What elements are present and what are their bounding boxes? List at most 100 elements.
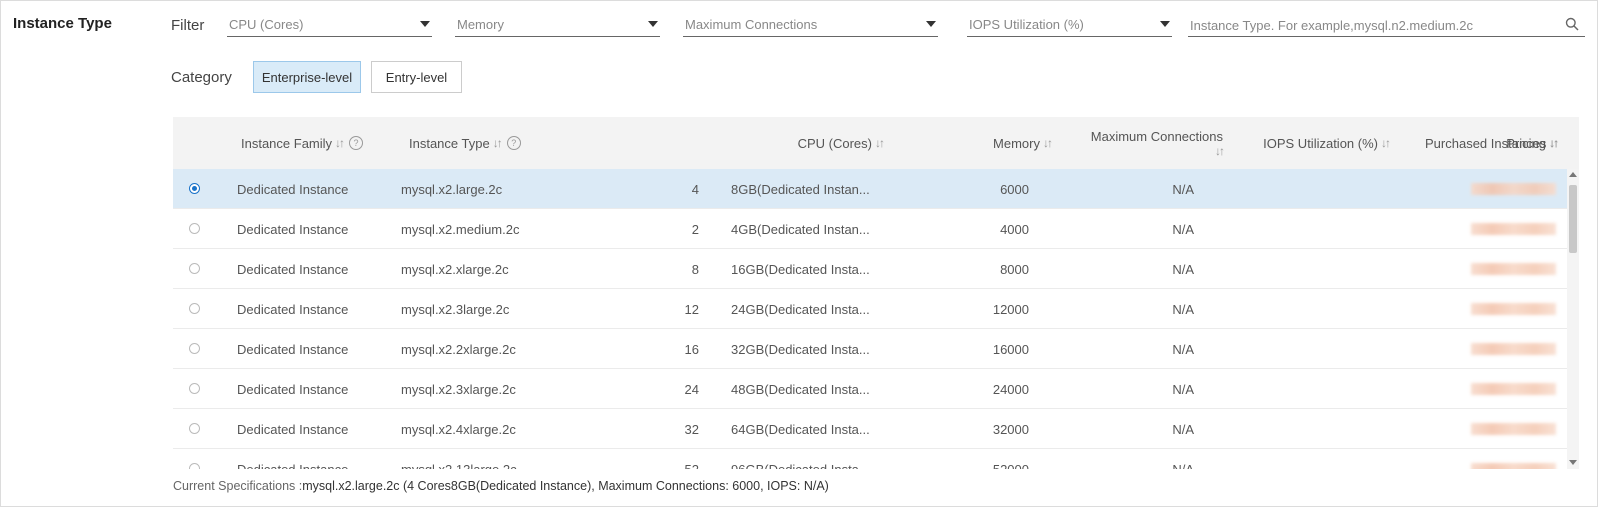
current-spec-value: mysql.x2.large.2c (4 Cores8GB(Dedicated … bbox=[302, 479, 829, 493]
cell-type: mysql.x2.xlarge.2c bbox=[401, 261, 509, 277]
cell-cpu: 8 bbox=[691, 261, 699, 277]
table-row[interactable]: Dedicated Instance mysql.x2.medium.2c 2 4GB… bbox=[173, 209, 1567, 249]
pricing-redacted bbox=[1471, 423, 1556, 435]
table-row[interactable]: Dedicated Instance mysql.x2.13large.2c 52 9… bbox=[173, 449, 1567, 469]
col-memory[interactable]: Memory ↓↑ bbox=[893, 117, 1053, 169]
cell-iops: N/A bbox=[1172, 261, 1194, 277]
table-scrollbar[interactable] bbox=[1567, 169, 1579, 469]
search-input[interactable] bbox=[1190, 15, 1550, 35]
cell-family: Dedicated Instance bbox=[237, 381, 349, 397]
table-header: Instance Family ↓↑ ? Instance Type ↓↑ ? … bbox=[173, 117, 1579, 169]
table-row[interactable]: Dedicated Instance mysql.x2.2xlarge.2c 16 3… bbox=[173, 329, 1567, 369]
cell-family: Dedicated Instance bbox=[237, 221, 349, 237]
row-radio[interactable] bbox=[189, 223, 200, 234]
iops-select-placeholder: IOPS Utilization (%) bbox=[969, 17, 1084, 32]
pricing-redacted bbox=[1471, 183, 1556, 195]
col-pricing[interactable]: Pricing ↓↑ bbox=[1473, 117, 1559, 169]
col-max-connections[interactable]: Maximum Connections ↓↑ bbox=[1059, 117, 1225, 169]
cell-type: mysql.x2.medium.2c bbox=[401, 221, 520, 237]
category-enterprise-button[interactable]: Enterprise-level bbox=[253, 61, 361, 93]
cell-memory: 8GB(Dedicated Instan... bbox=[731, 181, 870, 197]
caret-down-icon bbox=[1160, 21, 1170, 27]
row-radio[interactable] bbox=[189, 463, 200, 469]
cell-family: Dedicated Instance bbox=[237, 181, 349, 197]
col-instance-type[interactable]: Instance Type ↓↑ ? bbox=[409, 117, 521, 169]
cell-type: mysql.x2.3large.2c bbox=[401, 301, 510, 317]
cell-cpu: 2 bbox=[691, 221, 699, 237]
row-radio[interactable] bbox=[189, 263, 200, 274]
pricing-redacted bbox=[1471, 343, 1556, 355]
memory-select-placeholder: Memory bbox=[457, 17, 504, 32]
cell-connections: 8000 bbox=[1000, 261, 1029, 277]
cell-type: mysql.x2.2xlarge.2c bbox=[401, 341, 516, 357]
row-radio[interactable] bbox=[189, 423, 200, 434]
row-radio[interactable] bbox=[189, 343, 200, 354]
table-row[interactable]: Dedicated Instance mysql.x2.4xlarge.2c 32 6… bbox=[173, 409, 1567, 449]
row-radio[interactable] bbox=[189, 383, 200, 394]
sort-icon[interactable]: ↓↑ bbox=[1215, 144, 1225, 158]
col-instance-family[interactable]: Instance Family ↓↑ ? bbox=[241, 117, 364, 169]
cell-memory: 48GB(Dedicated Insta... bbox=[731, 381, 870, 397]
cell-iops: N/A bbox=[1172, 381, 1194, 397]
cell-memory: 64GB(Dedicated Insta... bbox=[731, 421, 870, 437]
category-entry-button[interactable]: Entry-level bbox=[371, 61, 462, 93]
cell-family: Dedicated Instance bbox=[237, 421, 349, 437]
row-radio[interactable] bbox=[189, 303, 200, 314]
cell-cpu: 4 bbox=[691, 181, 699, 197]
cell-cpu: 52 bbox=[684, 461, 699, 470]
table-row[interactable]: Dedicated Instance mysql.x2.large.2c 4 8GB(… bbox=[173, 169, 1567, 209]
cell-memory: 16GB(Dedicated Insta... bbox=[731, 261, 870, 277]
sort-icon[interactable]: ↓↑ bbox=[1549, 136, 1559, 150]
section-title: Instance Type bbox=[13, 15, 112, 32]
pricing-redacted bbox=[1471, 303, 1556, 315]
search-icon[interactable] bbox=[1565, 17, 1579, 31]
cell-cpu: 24 bbox=[684, 381, 699, 397]
cell-memory: 24GB(Dedicated Insta... bbox=[731, 301, 870, 317]
iops-select[interactable]: IOPS Utilization (%) bbox=[967, 13, 1172, 37]
cell-cpu: 16 bbox=[684, 341, 699, 357]
current-specifications: Current Specifications :mysql.x2.large.2… bbox=[173, 479, 829, 493]
filter-label: Filter bbox=[171, 17, 205, 34]
help-icon[interactable]: ? bbox=[506, 136, 521, 150]
scroll-up-icon[interactable] bbox=[1569, 172, 1577, 177]
col-cpu[interactable]: CPU (Cores) ↓↑ bbox=[593, 117, 885, 169]
cell-family: Dedicated Instance bbox=[237, 261, 349, 277]
table-row[interactable]: Dedicated Instance mysql.x2.3xlarge.2c 24 4… bbox=[173, 369, 1567, 409]
scroll-thumb[interactable] bbox=[1569, 185, 1577, 253]
cpu-select[interactable]: CPU (Cores) bbox=[227, 13, 432, 37]
cell-cpu: 12 bbox=[684, 301, 699, 317]
caret-down-icon bbox=[648, 21, 658, 27]
caret-down-icon bbox=[420, 21, 430, 27]
cell-type: mysql.x2.13large.2c bbox=[401, 461, 517, 470]
instance-type-panel: Instance Type Filter CPU (Cores) Memory … bbox=[0, 0, 1598, 507]
cell-iops: N/A bbox=[1172, 181, 1194, 197]
help-icon[interactable]: ? bbox=[349, 136, 364, 150]
cell-connections: 4000 bbox=[1000, 221, 1029, 237]
cell-family: Dedicated Instance bbox=[237, 301, 349, 317]
connections-select[interactable]: Maximum Connections bbox=[683, 13, 938, 37]
memory-select[interactable]: Memory bbox=[455, 13, 660, 37]
table-body: Dedicated Instance mysql.x2.large.2c 4 8GB(… bbox=[173, 169, 1567, 469]
cell-memory: 32GB(Dedicated Insta... bbox=[731, 341, 870, 357]
cell-connections: 24000 bbox=[992, 381, 1029, 397]
sort-icon[interactable]: ↓↑ bbox=[875, 136, 885, 150]
table-row[interactable]: Dedicated Instance mysql.x2.3large.2c 12 24… bbox=[173, 289, 1567, 329]
pricing-redacted bbox=[1471, 263, 1556, 275]
cell-family: Dedicated Instance bbox=[237, 461, 349, 470]
sort-icon[interactable]: ↓↑ bbox=[1381, 136, 1391, 150]
cell-memory: 96GB(Dedicated Insta... bbox=[731, 461, 870, 470]
instance-type-search[interactable] bbox=[1188, 13, 1585, 37]
cell-iops: N/A bbox=[1172, 461, 1194, 470]
caret-down-icon bbox=[926, 21, 936, 27]
sort-icon[interactable]: ↓↑ bbox=[493, 136, 503, 150]
table-row[interactable]: Dedicated Instance mysql.x2.xlarge.2c 8 16G… bbox=[173, 249, 1567, 289]
sort-icon[interactable]: ↓↑ bbox=[335, 136, 345, 150]
row-radio[interactable] bbox=[189, 183, 200, 194]
cell-connections: 16000 bbox=[992, 341, 1029, 357]
sort-icon[interactable]: ↓↑ bbox=[1043, 136, 1053, 150]
pricing-redacted bbox=[1471, 383, 1556, 395]
col-iops[interactable]: IOPS Utilization (%) ↓↑ bbox=[1223, 117, 1391, 169]
cell-type: mysql.x2.4xlarge.2c bbox=[401, 421, 516, 437]
cell-connections: 52000 bbox=[992, 461, 1029, 470]
scroll-down-icon[interactable] bbox=[1569, 460, 1577, 465]
